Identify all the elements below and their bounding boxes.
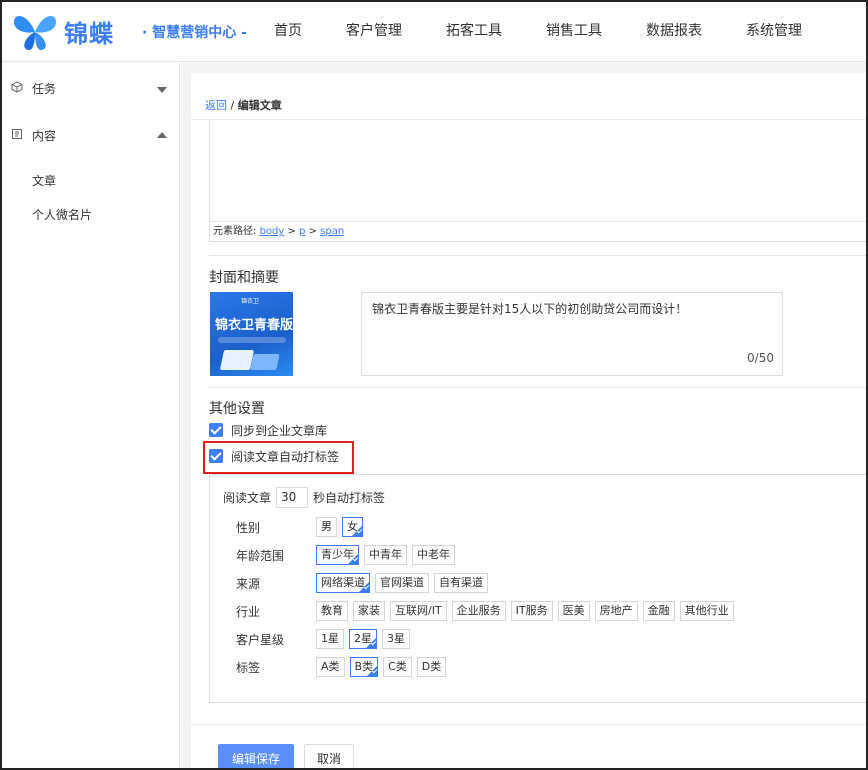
chevron-down-icon[interactable] bbox=[157, 87, 167, 93]
cancel-button[interactable]: 取消 bbox=[304, 744, 354, 768]
cover-illustration bbox=[219, 350, 255, 370]
tag-option-3-star[interactable]: 3星 bbox=[382, 629, 410, 649]
tag-option-other-industry[interactable]: 其他行业 bbox=[679, 601, 734, 621]
tag-option-b[interactable]: B类 bbox=[349, 657, 379, 677]
read-suffix-label: 秒自动打标签 bbox=[313, 491, 386, 505]
cube-icon bbox=[11, 81, 23, 93]
sidebar-item-business-card[interactable]: 个人微名片 bbox=[32, 206, 92, 223]
tag-option-senior[interactable]: 中老年 bbox=[412, 545, 455, 565]
read-seconds-row: 阅读文章 30 秒自动打标签 bbox=[223, 487, 385, 508]
cover-section-title: 封面和摘要 bbox=[209, 270, 279, 286]
butterfly-logo-icon[interactable] bbox=[10, 10, 60, 54]
tag-option-male[interactable]: 男 bbox=[316, 517, 337, 537]
tag-row-label: 来源 bbox=[236, 576, 261, 591]
summary-char-count: 0/50 bbox=[747, 351, 774, 365]
tag-row-gender: 性别 男 女 bbox=[236, 517, 368, 537]
tag-option-1-star[interactable]: 1星 bbox=[316, 629, 344, 649]
sync-library-label: 同步到企业文章库 bbox=[231, 423, 328, 438]
sidebar-group-label: 任务 bbox=[32, 82, 57, 96]
path-separator: > bbox=[284, 226, 300, 237]
nav-prospecting-tools[interactable]: 拓客工具 bbox=[432, 2, 516, 62]
tag-option-internet-it[interactable]: 互联网/IT bbox=[390, 601, 447, 621]
cover-logo: 锦衣卫 bbox=[241, 298, 260, 305]
auto-tag-panel: 阅读文章 30 秒自动打标签 性别 男 女 年龄范围 青少年 中青年 中老年 来… bbox=[209, 474, 866, 703]
summary-text: 锦衣卫青春版主要是针对15人以下的初创助贷公司而设计！ bbox=[372, 302, 688, 316]
tag-option-medical-beauty[interactable]: 医美 bbox=[557, 601, 590, 621]
nav-customer-management[interactable]: 客户管理 bbox=[332, 2, 416, 62]
element-path-label: 元素路径: bbox=[213, 226, 257, 237]
save-button[interactable]: 编辑保存 bbox=[218, 744, 294, 768]
cover-title: 锦衣卫青春版 bbox=[215, 318, 293, 333]
rich-text-editor[interactable]: 元素路径: body > p > span bbox=[209, 120, 866, 242]
main-nav: 首页 客户管理 拓客工具 销售工具 数据报表 系统管理 bbox=[260, 2, 832, 62]
tag-row-label: 年龄范围 bbox=[236, 548, 285, 563]
tag-option-c[interactable]: C类 bbox=[383, 657, 412, 677]
tag-option-own-channel[interactable]: 自有渠道 bbox=[434, 573, 488, 593]
path-span-link[interactable]: span bbox=[320, 226, 344, 237]
read-seconds-input[interactable]: 30 bbox=[276, 487, 309, 508]
tag-option-middle-age[interactable]: 中青年 bbox=[364, 545, 407, 565]
other-settings-title: 其他设置 bbox=[209, 401, 265, 417]
sidebar-group-label: 内容 bbox=[32, 129, 57, 143]
divider bbox=[209, 387, 866, 388]
sync-library-checkbox-row[interactable]: 同步到企业文章库 bbox=[209, 422, 327, 438]
tag-option-a[interactable]: A类 bbox=[316, 657, 345, 677]
cover-subtitle-bar bbox=[218, 337, 286, 343]
tag-option-real-estate[interactable]: 房地产 bbox=[594, 601, 638, 621]
tag-option-youth[interactable]: 青少年 bbox=[316, 545, 359, 565]
tag-option-finance[interactable]: 金融 bbox=[642, 601, 675, 621]
divider bbox=[191, 724, 866, 725]
sidebar-group-content[interactable]: 内容 bbox=[2, 115, 180, 155]
breadcrumb: 返回 / 编辑文章 bbox=[205, 97, 282, 113]
tag-row-label: 性别 bbox=[236, 520, 261, 535]
read-prefix-label: 阅读文章 bbox=[223, 491, 272, 505]
breadcrumb-current: 编辑文章 bbox=[237, 99, 282, 112]
chevron-up-icon[interactable] bbox=[157, 132, 167, 138]
tag-option-female[interactable]: 女 bbox=[342, 517, 363, 537]
tag-row-label: 客户星级 bbox=[236, 632, 285, 647]
checkbox-checked-icon[interactable] bbox=[209, 423, 223, 437]
nav-data-reports[interactable]: 数据报表 bbox=[632, 2, 716, 62]
tag-option-d[interactable]: D类 bbox=[416, 657, 447, 677]
sidebar-group-tasks[interactable]: 任务 bbox=[2, 68, 180, 108]
main-area: 返回 / 编辑文章 元素路径: body > p > span 封面和摘要 锦衣… bbox=[181, 63, 866, 768]
nav-sales-tools[interactable]: 销售工具 bbox=[532, 2, 616, 62]
element-path-bar: 元素路径: body > p > span bbox=[210, 221, 866, 241]
tag-option-home-decor[interactable]: 家装 bbox=[353, 601, 385, 621]
edit-article-card: 返回 / 编辑文章 元素路径: body > p > span 封面和摘要 锦衣… bbox=[191, 73, 866, 768]
document-icon bbox=[12, 129, 22, 139]
cover-illustration bbox=[250, 354, 280, 370]
path-body-link[interactable]: body bbox=[260, 226, 285, 237]
tag-row-source: 来源 网络渠道 官网渠道 自有渠道 bbox=[236, 573, 493, 593]
nav-home[interactable]: 首页 bbox=[260, 2, 316, 62]
back-link[interactable]: 返回 bbox=[205, 99, 227, 112]
tag-row-industry: 行业 教育 家装 互联网/IT 企业服务 IT服务 医美 房地产 金融 其他行业 bbox=[236, 601, 739, 621]
sidebar-item-articles[interactable]: 文章 bbox=[32, 172, 56, 189]
tag-row-star-level: 客户星级 1星 2星 3星 bbox=[236, 629, 415, 649]
highlight-box bbox=[203, 441, 354, 474]
tag-row-age: 年龄范围 青少年 中青年 中老年 bbox=[236, 545, 460, 565]
tag-option-education[interactable]: 教育 bbox=[316, 601, 348, 621]
path-separator: > bbox=[305, 226, 321, 237]
tag-option-enterprise-service[interactable]: 企业服务 bbox=[451, 601, 506, 621]
divider bbox=[209, 255, 866, 256]
cover-image[interactable]: 锦衣卫 锦衣卫青春版 bbox=[210, 292, 293, 376]
nav-system-management[interactable]: 系统管理 bbox=[732, 2, 816, 62]
breadcrumb-separator: / bbox=[227, 99, 238, 112]
top-navbar: 锦蝶 · 智慧营销中心 - 首页 客户管理 拓客工具 销售工具 数据报表 系统管… bbox=[2, 2, 866, 62]
tag-row-label: 标签 bbox=[236, 660, 261, 675]
summary-textarea[interactable]: 锦衣卫青春版主要是针对15人以下的初创助贷公司而设计！ 0/50 bbox=[361, 292, 783, 376]
tag-row-label: 行业 bbox=[236, 604, 261, 619]
brand-name: 锦蝶 bbox=[64, 20, 114, 48]
tag-option-it-service[interactable]: IT服务 bbox=[510, 601, 553, 621]
brand-slogan: · 智慧营销中心 - bbox=[142, 25, 247, 41]
tag-row-labels: 标签 A类 B类 C类 D类 bbox=[236, 657, 451, 677]
tag-option-online-channel[interactable]: 网络渠道 bbox=[316, 573, 370, 593]
tag-option-2-star[interactable]: 2星 bbox=[349, 629, 377, 649]
tag-option-website-channel[interactable]: 官网渠道 bbox=[375, 573, 429, 593]
sidebar: 任务 内容 文章 个人微名片 bbox=[2, 63, 180, 768]
